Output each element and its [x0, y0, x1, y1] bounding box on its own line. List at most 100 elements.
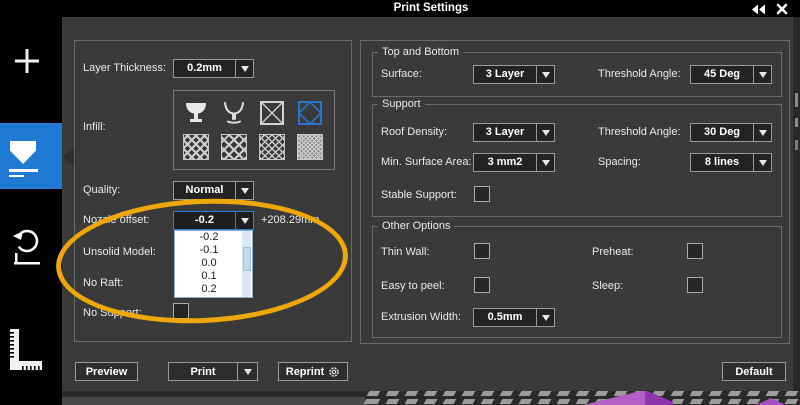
quality-dropdown[interactable]: Normal: [173, 181, 254, 200]
stable-support-label: Stable Support:: [381, 189, 457, 201]
infill-diamond-selected-icon[interactable]: [297, 100, 323, 126]
option-item[interactable]: -0.2: [175, 231, 252, 244]
dialog-title: Print Settings: [62, 2, 800, 14]
surface-dropdown[interactable]: 3 Layer: [473, 65, 555, 84]
preview-button[interactable]: Preview: [75, 362, 138, 381]
infill-low-density-icon[interactable]: [259, 100, 285, 126]
gear-icon: [328, 366, 340, 378]
extruder-icon-line: [9, 175, 24, 177]
build-plate-dashes: [359, 399, 800, 404]
preview-button-label: Preview: [86, 366, 128, 378]
stable-support-checkbox[interactable]: [474, 186, 490, 202]
sidebar-item-print-active[interactable]: [0, 123, 62, 189]
no-support-checkbox[interactable]: [173, 303, 189, 319]
dropdown-arrow-box: [536, 154, 554, 171]
list-scrollbar-thumb[interactable]: [243, 247, 251, 271]
spacing-label: Spacing:: [598, 156, 641, 168]
chevron-down-icon: [241, 66, 249, 72]
quality-label: Quality:: [83, 184, 120, 196]
chevron-down-icon: [542, 315, 550, 321]
ruler-icon: [7, 328, 43, 372]
layer-thickness-value: 0.2mm: [174, 60, 235, 77]
option-item[interactable]: 0.2: [175, 283, 252, 296]
option-item[interactable]: -0.1: [175, 244, 252, 257]
nozzle-offset-dropdown[interactable]: -0.2: [173, 211, 254, 230]
extruder-icon-line: [9, 169, 38, 172]
dropdown-arrow-box: [536, 309, 554, 326]
build-plate-dashes: [367, 391, 800, 396]
no-support-label: No Support:: [83, 307, 142, 319]
other-options-legend: Other Options: [378, 220, 454, 232]
chevron-down-icon: [241, 188, 249, 194]
app-window: Print Settings: [0, 0, 800, 405]
list-scrollbar-track[interactable]: [242, 231, 251, 297]
reprint-button[interactable]: Reprint: [278, 362, 348, 381]
infill-pattern-dense-icon[interactable]: [183, 134, 209, 160]
option-item[interactable]: 0.3: [175, 296, 252, 298]
tb-threshold-angle-value: 45 Deg: [691, 66, 753, 83]
layer-thickness-label: Layer Thickness:: [83, 62, 166, 74]
sleep-checkbox[interactable]: [687, 277, 703, 293]
close-icon[interactable]: [776, 3, 788, 15]
chevron-down-icon: [759, 130, 767, 136]
chevron-down-icon: [759, 72, 767, 78]
preheat-checkbox[interactable]: [687, 243, 703, 259]
spacing-dropdown[interactable]: 8 lines: [690, 153, 772, 172]
layer-thickness-dropdown[interactable]: 0.2mm: [173, 59, 254, 78]
reprint-button-label: Reprint: [286, 366, 325, 378]
spacing-value: 8 lines: [691, 154, 753, 171]
dropdown-arrow-box: [235, 60, 253, 77]
default-button-label: Default: [735, 366, 772, 378]
chevron-down-icon: [244, 369, 252, 375]
chevron-down-icon: [241, 218, 249, 224]
extrusion-width-value: 0.5mm: [474, 309, 536, 326]
viewport-right-sliver: [793, 17, 800, 405]
dropdown-arrow-box: [536, 66, 554, 83]
easy-to-peel-checkbox[interactable]: [474, 277, 490, 293]
nozzle-offset-label: Nozzle offset:: [83, 214, 149, 226]
extruder-icon: [10, 141, 36, 164]
nozzle-offset-value: -0.2: [174, 212, 235, 229]
dropdown-arrow-box: [235, 182, 253, 199]
infill-hollow-icon[interactable]: [183, 100, 209, 126]
toolbar-sidebar: [0, 0, 62, 405]
infill-pattern-solid-icon[interactable]: [297, 134, 323, 160]
sidebar-item-scale[interactable]: [0, 324, 62, 376]
sidebar-item-rotate[interactable]: [0, 224, 62, 272]
dropdown-arrow-box: [753, 124, 771, 141]
rotate-icon: [10, 226, 44, 270]
dialog-title-bar: Print Settings: [62, 0, 800, 17]
infill-pattern-fine-icon[interactable]: [259, 134, 285, 160]
extrusion-width-dropdown[interactable]: 0.5mm: [473, 308, 555, 327]
infill-label: Infill:: [83, 121, 106, 133]
infill-thin-shell-icon[interactable]: [221, 100, 247, 126]
default-button[interactable]: Default: [722, 362, 786, 381]
infill-picker-box: [173, 90, 335, 170]
tb-threshold-angle-dropdown[interactable]: 45 Deg: [690, 65, 772, 84]
surface-label: Surface:: [381, 68, 422, 80]
roof-density-dropdown[interactable]: 3 Layer: [473, 123, 555, 142]
tb-threshold-angle-label: Threshold Angle:: [598, 68, 681, 80]
print-dropdown-arrow[interactable]: [237, 363, 257, 380]
min-surface-area-label: Min. Surface Area:: [381, 156, 472, 168]
chevron-down-icon: [759, 160, 767, 166]
print-button[interactable]: Print: [168, 362, 258, 381]
sup-threshold-angle-dropdown[interactable]: 30 Deg: [690, 123, 772, 142]
viewport-bottom-left: [62, 397, 365, 405]
infill-pattern-medium-icon[interactable]: [221, 134, 247, 160]
surface-value: 3 Layer: [474, 66, 536, 83]
thin-wall-checkbox[interactable]: [474, 243, 490, 259]
roof-density-label: Roof Density:: [381, 126, 447, 138]
sidebar-item-add[interactable]: [0, 40, 62, 85]
thin-wall-label: Thin Wall:: [381, 246, 430, 258]
no-raft-label: No Raft:: [83, 277, 123, 289]
collapse-icon[interactable]: [750, 4, 766, 15]
min-surface-area-value: 3 mm2: [474, 154, 536, 171]
dropdown-arrow-box: [235, 212, 253, 229]
nozzle-offset-readout: +208.29mm: [261, 214, 319, 226]
option-item[interactable]: 0.1: [175, 270, 252, 283]
nozzle-offset-option-list[interactable]: -0.2 -0.1 0.0 0.1 0.2 0.3: [174, 230, 253, 298]
option-item[interactable]: 0.0: [175, 257, 252, 270]
roof-density-value: 3 Layer: [474, 124, 536, 141]
min-surface-area-dropdown[interactable]: 3 mm2: [473, 153, 555, 172]
